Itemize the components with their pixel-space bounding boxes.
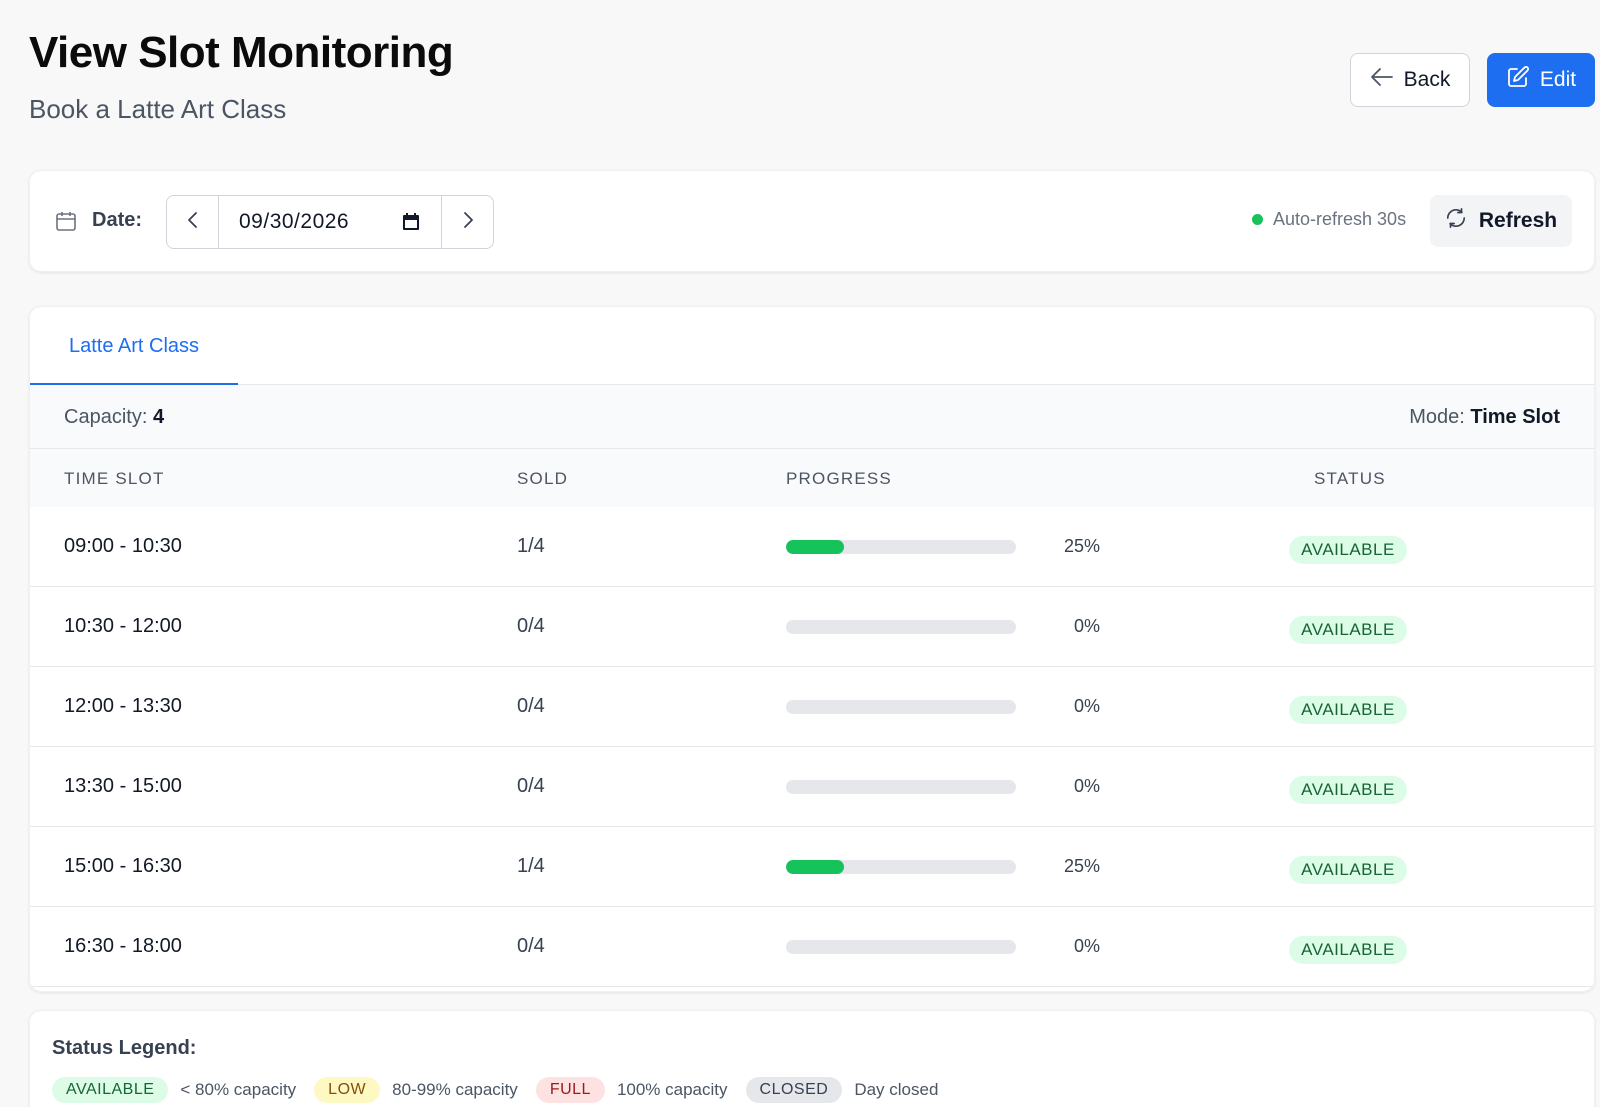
progress-bar-fill [786, 540, 844, 554]
refresh-button[interactable]: Refresh [1430, 195, 1572, 247]
progress-bar [786, 620, 1016, 634]
legend-description: Day closed [854, 1080, 939, 1099]
legend-badge: CLOSED [745, 1077, 843, 1103]
mode: Mode: Time Slot [1409, 406, 1560, 429]
table-row: 10:30 - 12:00 0/4 0% AVAILABLE [30, 587, 1594, 667]
capacity-label: Capacity: [64, 406, 148, 428]
table-header: TIME SLOT SOLD PROGRESS STATUS [30, 449, 1594, 507]
auto-refresh-label: Auto-refresh 30s [1273, 209, 1407, 229]
sold-cell: 0/4 [517, 775, 545, 797]
sold-cell: 1/4 [517, 535, 545, 557]
time-slot-cell: 10:30 - 12:00 [64, 615, 182, 637]
legend-title: Status Legend: [52, 1037, 197, 1059]
progress-bar-fill [786, 860, 844, 874]
calendar-picker-icon[interactable] [401, 212, 421, 237]
sold-cell: 0/4 [517, 615, 545, 637]
table-row: 09:00 - 10:30 1/4 25% AVAILABLE [30, 507, 1594, 587]
edit-button[interactable]: Edit [1487, 53, 1595, 107]
table-row: 12:00 - 13:30 0/4 0% AVAILABLE [30, 667, 1594, 747]
date-picker: 09/30/2026 [166, 195, 494, 249]
next-date-button[interactable] [441, 196, 493, 248]
refresh-icon [1445, 207, 1467, 235]
legend-badge: LOW [314, 1077, 381, 1103]
chevron-right-icon [462, 211, 474, 234]
back-button-label: Back [1403, 68, 1451, 91]
status-badge: AVAILABLE [1289, 616, 1407, 644]
time-slot-cell: 13:30 - 15:00 [64, 775, 182, 797]
table-row: 16:30 - 18:00 0/4 0% AVAILABLE [30, 907, 1594, 987]
progress-percent: 25% [1063, 856, 1100, 876]
table-row: 15:00 - 16:30 1/4 25% AVAILABLE [30, 827, 1594, 907]
legend-item: AVAILABLE < 80% capacity [52, 1077, 296, 1103]
status-badge: AVAILABLE [1289, 936, 1407, 964]
arrow-left-icon [1370, 67, 1394, 93]
legend-badge: FULL [535, 1077, 605, 1103]
capacity: Capacity: 4 [64, 406, 164, 429]
progress-percent: 0% [1073, 616, 1100, 636]
time-slot-cell: 09:00 - 10:30 [64, 535, 182, 557]
time-slot-cell: 16:30 - 18:00 [64, 935, 182, 957]
status-badge: AVAILABLE [1289, 696, 1407, 724]
column-header-progress: PROGRESS [786, 469, 892, 488]
edit-icon [1506, 65, 1530, 95]
date-label: Date: [92, 209, 143, 231]
page-title: View Slot Monitoring [29, 28, 454, 77]
mode-value: Time Slot [1470, 406, 1560, 428]
live-status-dot-icon [1252, 214, 1263, 225]
sold-cell: 0/4 [517, 695, 545, 717]
progress-bar [786, 780, 1016, 794]
auto-refresh-indicator: Auto-refresh 30s [1252, 209, 1406, 230]
refresh-button-label: Refresh [1478, 209, 1558, 232]
progress-bar [786, 540, 1016, 554]
sold-cell: 1/4 [517, 855, 545, 877]
calendar-icon [54, 209, 78, 238]
status-badge: AVAILABLE [1289, 856, 1407, 884]
progress-bar [786, 940, 1016, 954]
legend-description: 80-99% capacity [392, 1080, 518, 1099]
table-row: 13:30 - 15:00 0/4 0% AVAILABLE [30, 747, 1594, 827]
edit-button-label: Edit [1539, 68, 1577, 91]
tab-label: Latte Art Class [68, 334, 200, 357]
status-badge: AVAILABLE [1289, 536, 1407, 564]
time-slot-cell: 12:00 - 13:30 [64, 695, 182, 717]
mode-label: Mode: [1409, 406, 1465, 428]
legend-item: FULL 100% capacity [535, 1077, 728, 1103]
chevron-left-icon [187, 211, 199, 234]
legend-item: LOW 80-99% capacity [314, 1077, 518, 1103]
legend-description: < 80% capacity [180, 1080, 297, 1099]
legend-items: AVAILABLE < 80% capacity LOW 80-99% capacit… [52, 1077, 938, 1103]
progress-bar [786, 860, 1016, 874]
slot-monitor-card: Latte Art Class Capacity: 4 Mode: Time S… [29, 306, 1595, 992]
date-input[interactable]: 09/30/2026 [219, 196, 441, 248]
status-legend: Status Legend: AVAILABLE < 80% capacity LO… [29, 1010, 1595, 1107]
legend-description: 100% capacity [616, 1080, 728, 1099]
column-header-status: STATUS [1314, 469, 1386, 488]
tab-bar: Latte Art Class [30, 307, 1594, 386]
legend-item: CLOSED Day closed [745, 1077, 939, 1103]
tab-latte-art-class[interactable]: Latte Art Class [30, 307, 238, 386]
back-button[interactable]: Back [1350, 53, 1470, 107]
page-subtitle: Book a Latte Art Class [29, 94, 287, 124]
capacity-info-row: Capacity: 4 Mode: Time Slot [30, 385, 1594, 449]
column-header-time-slot: TIME SLOT [64, 469, 165, 488]
column-header-sold: SOLD [517, 469, 569, 488]
sold-cell: 0/4 [517, 935, 545, 957]
page: View Slot Monitoring Book a Latte Art Cl… [0, 0, 1600, 1107]
progress-percent: 25% [1063, 536, 1100, 556]
progress-bar [786, 700, 1016, 714]
progress-percent: 0% [1073, 776, 1100, 796]
date-input-value: 09/30/2026 [239, 210, 350, 233]
status-badge: AVAILABLE [1289, 776, 1407, 804]
progress-percent: 0% [1073, 696, 1100, 716]
previous-date-button[interactable] [167, 196, 219, 248]
legend-badge: AVAILABLE [52, 1077, 169, 1103]
time-slot-cell: 15:00 - 16:30 [64, 855, 182, 877]
progress-percent: 0% [1073, 936, 1100, 956]
capacity-value: 4 [152, 406, 165, 428]
date-toolbar: Date: 09/30/2026 Auto-refresh 30s Refres… [29, 170, 1595, 272]
